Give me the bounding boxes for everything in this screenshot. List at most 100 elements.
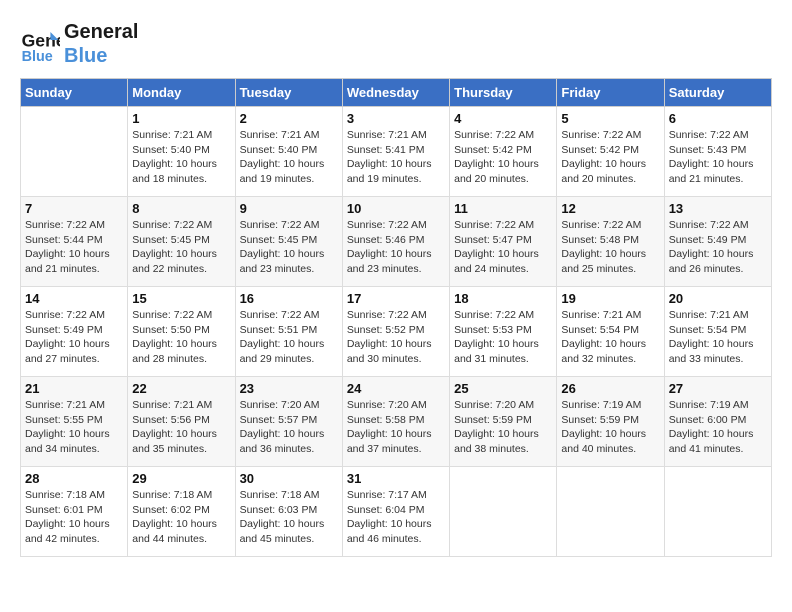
calendar-cell: 25Sunrise: 7:20 AM Sunset: 5:59 PM Dayli… xyxy=(450,377,557,467)
calendar-cell: 27 Sunrise: 7:19 AM Sunset: 6:00 PM Dayli… xyxy=(664,377,771,467)
header-day-wednesday: Wednesday xyxy=(342,79,449,107)
calendar-cell: 28 Sunrise: 7:18 AM Sunset: 6:01 PM Dayli… xyxy=(21,467,128,557)
day-info: Sunrise: 7:21 AM Sunset: 5:41 PM Dayligh… xyxy=(347,128,445,187)
day-info: Sunrise: 7:21 AM Sunset: 5:56 PM Dayligh… xyxy=(132,398,230,457)
header-row: SundayMondayTuesdayWednesdayThursdayFrid… xyxy=(21,79,772,107)
week-row-4: 21Sunrise: 7:21 AM Sunset: 5:55 PM Dayli… xyxy=(21,377,772,467)
header-day-saturday: Saturday xyxy=(664,79,771,107)
day-info: Sunrise: 7:21 AM Sunset: 5:55 PM Dayligh… xyxy=(25,398,123,457)
calendar-cell: 6 Sunrise: 7:22 AM Sunset: 5:43 PM Daylig… xyxy=(664,107,771,197)
day-info: Sunrise: 7:21 AM Sunset: 5:40 PM Dayligh… xyxy=(240,128,338,187)
calendar-cell: 22 Sunrise: 7:21 AM Sunset: 5:56 PM Dayli… xyxy=(128,377,235,467)
day-info: Sunrise: 7:18 AM Sunset: 6:01 PM Dayligh… xyxy=(25,488,123,547)
day-info: Sunrise: 7:22 AM Sunset: 5:52 PM Dayligh… xyxy=(347,308,445,367)
day-number: 13 xyxy=(669,201,767,216)
day-info: Sunrise: 7:21 AM Sunset: 5:40 PM Dayligh… xyxy=(132,128,230,187)
calendar-cell xyxy=(557,467,664,557)
day-info: Sunrise: 7:22 AM Sunset: 5:53 PM Dayligh… xyxy=(454,308,552,367)
day-number: 2 xyxy=(240,111,338,126)
day-info: Sunrise: 7:19 AM Sunset: 5:59 PM Dayligh… xyxy=(561,398,659,457)
calendar-cell: 30 Sunrise: 7:18 AM Sunset: 6:03 PM Dayli… xyxy=(235,467,342,557)
day-number: 5 xyxy=(561,111,659,126)
day-info: Sunrise: 7:17 AM Sunset: 6:04 PM Dayligh… xyxy=(347,488,445,547)
calendar-cell: 10Sunrise: 7:22 AM Sunset: 5:46 PM Dayli… xyxy=(342,197,449,287)
page-header: General Blue General Blue xyxy=(20,20,772,68)
day-info: Sunrise: 7:22 AM Sunset: 5:42 PM Dayligh… xyxy=(454,128,552,187)
day-number: 30 xyxy=(240,471,338,486)
day-info: Sunrise: 7:22 AM Sunset: 5:45 PM Dayligh… xyxy=(132,218,230,277)
day-info: Sunrise: 7:22 AM Sunset: 5:47 PM Dayligh… xyxy=(454,218,552,277)
day-number: 8 xyxy=(132,201,230,216)
calendar-cell: 20Sunrise: 7:21 AM Sunset: 5:54 PM Dayli… xyxy=(664,287,771,377)
calendar-cell: 15Sunrise: 7:22 AM Sunset: 5:50 PM Dayli… xyxy=(128,287,235,377)
day-number: 7 xyxy=(25,201,123,216)
calendar-cell: 13 Sunrise: 7:22 AM Sunset: 5:49 PM Dayli… xyxy=(664,197,771,287)
calendar-cell xyxy=(450,467,557,557)
calendar-cell: 31Sunrise: 7:17 AM Sunset: 6:04 PM Dayli… xyxy=(342,467,449,557)
logo: General Blue General Blue xyxy=(20,20,138,68)
day-number: 12 xyxy=(561,201,659,216)
calendar-cell xyxy=(21,107,128,197)
calendar-cell: 24 Sunrise: 7:20 AM Sunset: 5:58 PM Dayli… xyxy=(342,377,449,467)
calendar-table: SundayMondayTuesdayWednesdayThursdayFrid… xyxy=(20,78,772,557)
logo-icon: General Blue xyxy=(20,24,60,64)
day-number: 24 xyxy=(347,381,445,396)
week-row-5: 28 Sunrise: 7:18 AM Sunset: 6:01 PM Dayli… xyxy=(21,467,772,557)
day-number: 14 xyxy=(25,291,123,306)
day-number: 11 xyxy=(454,201,552,216)
day-number: 23 xyxy=(240,381,338,396)
week-row-1: 1 Sunrise: 7:21 AM Sunset: 5:40 PM Daylig… xyxy=(21,107,772,197)
day-number: 29 xyxy=(132,471,230,486)
calendar-cell: 9Sunrise: 7:22 AM Sunset: 5:45 PM Daylig… xyxy=(235,197,342,287)
calendar-cell: 23 Sunrise: 7:20 AM Sunset: 5:57 PM Dayli… xyxy=(235,377,342,467)
day-number: 3 xyxy=(347,111,445,126)
day-number: 26 xyxy=(561,381,659,396)
svg-text:General: General xyxy=(22,30,60,50)
calendar-cell: 2 Sunrise: 7:21 AM Sunset: 5:40 PM Daylig… xyxy=(235,107,342,197)
day-number: 6 xyxy=(669,111,767,126)
calendar-cell: 7 Sunrise: 7:22 AM Sunset: 5:44 PM Daylig… xyxy=(21,197,128,287)
day-info: Sunrise: 7:20 AM Sunset: 5:57 PM Dayligh… xyxy=(240,398,338,457)
day-number: 28 xyxy=(25,471,123,486)
day-info: Sunrise: 7:18 AM Sunset: 6:03 PM Dayligh… xyxy=(240,488,338,547)
day-number: 4 xyxy=(454,111,552,126)
svg-text:Blue: Blue xyxy=(22,49,53,64)
day-info: Sunrise: 7:22 AM Sunset: 5:46 PM Dayligh… xyxy=(347,218,445,277)
calendar-cell: 11 Sunrise: 7:22 AM Sunset: 5:47 PM Dayli… xyxy=(450,197,557,287)
header-day-friday: Friday xyxy=(557,79,664,107)
calendar-body: 1 Sunrise: 7:21 AM Sunset: 5:40 PM Daylig… xyxy=(21,107,772,557)
day-info: Sunrise: 7:22 AM Sunset: 5:43 PM Dayligh… xyxy=(669,128,767,187)
day-info: Sunrise: 7:18 AM Sunset: 6:02 PM Dayligh… xyxy=(132,488,230,547)
header-day-thursday: Thursday xyxy=(450,79,557,107)
logo-general: General xyxy=(64,20,138,44)
day-info: Sunrise: 7:22 AM Sunset: 5:45 PM Dayligh… xyxy=(240,218,338,277)
calendar-cell: 18 Sunrise: 7:22 AM Sunset: 5:53 PM Dayli… xyxy=(450,287,557,377)
header-day-tuesday: Tuesday xyxy=(235,79,342,107)
day-info: Sunrise: 7:20 AM Sunset: 5:58 PM Dayligh… xyxy=(347,398,445,457)
day-number: 16 xyxy=(240,291,338,306)
day-number: 15 xyxy=(132,291,230,306)
day-number: 27 xyxy=(669,381,767,396)
day-info: Sunrise: 7:22 AM Sunset: 5:49 PM Dayligh… xyxy=(669,218,767,277)
day-info: Sunrise: 7:21 AM Sunset: 5:54 PM Dayligh… xyxy=(561,308,659,367)
day-number: 20 xyxy=(669,291,767,306)
day-info: Sunrise: 7:22 AM Sunset: 5:51 PM Dayligh… xyxy=(240,308,338,367)
logo-blue: Blue xyxy=(64,44,138,68)
calendar-header: SundayMondayTuesdayWednesdayThursdayFrid… xyxy=(21,79,772,107)
calendar-cell: 17Sunrise: 7:22 AM Sunset: 5:52 PM Dayli… xyxy=(342,287,449,377)
calendar-cell: 14 Sunrise: 7:22 AM Sunset: 5:49 PM Dayli… xyxy=(21,287,128,377)
calendar-cell: 8 Sunrise: 7:22 AM Sunset: 5:45 PM Daylig… xyxy=(128,197,235,287)
day-info: Sunrise: 7:22 AM Sunset: 5:49 PM Dayligh… xyxy=(25,308,123,367)
day-info: Sunrise: 7:22 AM Sunset: 5:44 PM Dayligh… xyxy=(25,218,123,277)
calendar-cell xyxy=(664,467,771,557)
day-number: 1 xyxy=(132,111,230,126)
calendar-cell: 29 Sunrise: 7:18 AM Sunset: 6:02 PM Dayli… xyxy=(128,467,235,557)
day-info: Sunrise: 7:19 AM Sunset: 6:00 PM Dayligh… xyxy=(669,398,767,457)
day-number: 19 xyxy=(561,291,659,306)
day-number: 22 xyxy=(132,381,230,396)
day-info: Sunrise: 7:22 AM Sunset: 5:42 PM Dayligh… xyxy=(561,128,659,187)
day-info: Sunrise: 7:20 AM Sunset: 5:59 PM Dayligh… xyxy=(454,398,552,457)
day-info: Sunrise: 7:22 AM Sunset: 5:48 PM Dayligh… xyxy=(561,218,659,277)
week-row-3: 14 Sunrise: 7:22 AM Sunset: 5:49 PM Dayli… xyxy=(21,287,772,377)
day-number: 18 xyxy=(454,291,552,306)
